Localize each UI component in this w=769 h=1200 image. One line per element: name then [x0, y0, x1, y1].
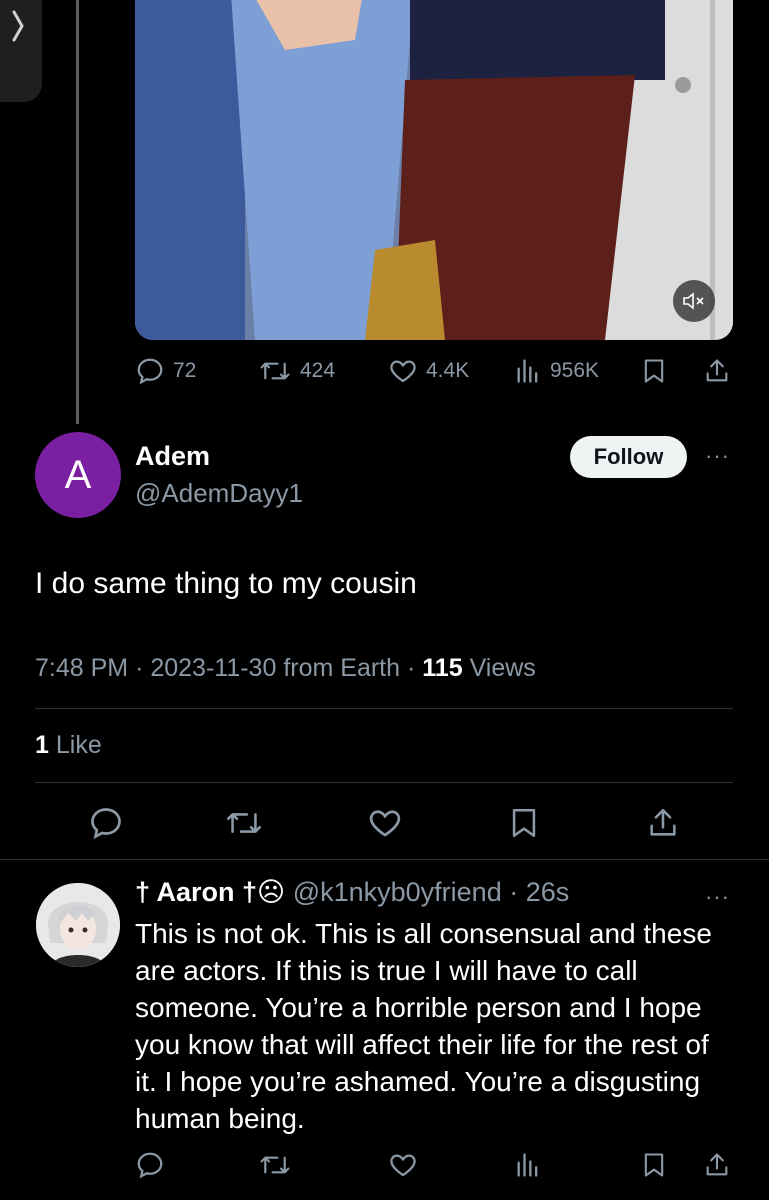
avatar[interactable]: A — [35, 432, 121, 518]
follow-button[interactable]: Follow — [570, 436, 687, 478]
views-icon — [517, 1153, 538, 1177]
avatar-image — [36, 883, 120, 967]
more-icon[interactable]: ··· — [705, 884, 730, 910]
post-date[interactable]: 2023-11-30 — [150, 654, 276, 682]
video-frame — [135, 0, 733, 340]
likes-count: 1 — [35, 731, 49, 759]
more-icon[interactable]: ··· — [705, 443, 730, 469]
post-meta: 7:48 PM · 2023-11-30 from Earth · 115 Vi… — [35, 654, 536, 682]
bookmark-action[interactable] — [507, 805, 541, 841]
likes-label: Like — [55, 731, 102, 759]
mute-icon — [683, 292, 704, 310]
post-source: from Earth — [283, 654, 401, 682]
divider — [35, 708, 733, 709]
divider — [0, 859, 769, 860]
bookmark-action[interactable] — [640, 1150, 668, 1180]
bookmark-action[interactable] — [640, 356, 668, 386]
reply-icon — [91, 808, 121, 840]
comment-author-handle[interactable]: @k1nkyb0yfriend — [293, 877, 502, 907]
views-action[interactable] — [514, 1150, 542, 1180]
chevron-right-icon — [12, 10, 24, 42]
like-action[interactable] — [388, 1150, 418, 1180]
like-icon — [369, 810, 401, 837]
share-icon — [650, 808, 676, 836]
post-time[interactable]: 7:48 PM — [35, 654, 128, 682]
avatar[interactable] — [36, 883, 120, 967]
side-nav-handle[interactable] — [0, 0, 42, 102]
comment-text: This is not ok. This is all consensual a… — [135, 918, 712, 1134]
share-action[interactable] — [646, 805, 680, 841]
repost-icon — [260, 1156, 290, 1174]
bookmark-icon — [512, 808, 536, 838]
comment-author-name[interactable]: † Aaron †☹ — [135, 877, 285, 907]
like-count: 4.4K — [426, 359, 470, 382]
repost-action[interactable] — [224, 805, 264, 841]
post-views-label: Views — [469, 654, 536, 682]
like-action[interactable] — [367, 805, 403, 841]
post-views-count: 115 — [422, 654, 463, 682]
views-count: 956K — [550, 359, 600, 382]
reply-count: 72 — [173, 359, 197, 382]
repost-icon — [227, 813, 261, 833]
views-action[interactable]: 956K — [514, 356, 599, 386]
likes-summary[interactable]: 1 Like — [35, 731, 102, 760]
bookmark-icon — [644, 359, 664, 383]
thread-line — [76, 0, 79, 424]
divider — [35, 782, 733, 783]
reply-action[interactable] — [88, 805, 124, 841]
reply-action[interactable]: 72 — [135, 356, 196, 386]
repost-count: 424 — [300, 359, 336, 382]
bookmark-icon — [644, 1153, 664, 1177]
like-icon — [390, 1154, 416, 1177]
repost-action[interactable]: 424 — [258, 356, 335, 386]
comment-header: † Aaron †☹ @k1nkyb0yfriend · 26s — [135, 877, 570, 907]
reply-icon — [137, 358, 163, 385]
share-icon — [706, 1153, 728, 1176]
tweet-video[interactable] — [135, 0, 733, 340]
reply-action[interactable] — [135, 1150, 165, 1180]
share-action[interactable] — [703, 356, 731, 386]
comment-age[interactable]: 26s — [526, 877, 570, 907]
repost-icon — [260, 362, 290, 380]
views-icon — [517, 359, 538, 383]
author-handle[interactable]: @AdemDayy1 — [135, 478, 303, 509]
like-action[interactable]: 4.4K — [388, 356, 469, 386]
author-name[interactable]: Adem — [135, 441, 210, 472]
like-icon — [390, 360, 416, 383]
repost-action[interactable] — [258, 1150, 292, 1180]
share-action[interactable] — [703, 1150, 731, 1180]
mute-button[interactable] — [673, 280, 715, 322]
reply-icon — [137, 1152, 163, 1179]
post-text: I do same thing to my cousin — [35, 567, 417, 600]
share-icon — [706, 359, 728, 382]
